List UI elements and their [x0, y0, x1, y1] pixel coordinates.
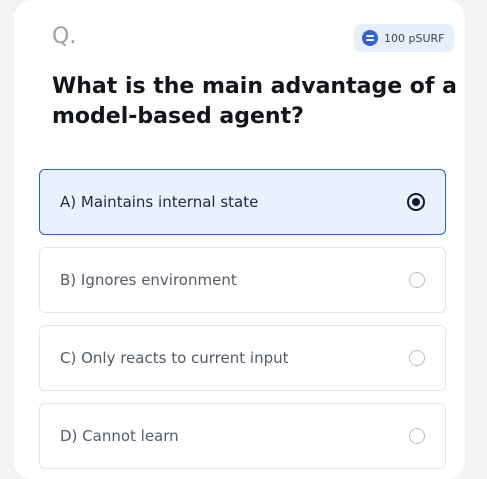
- option-a[interactable]: A) Maintains internal state: [39, 169, 446, 235]
- question-marker: Q.: [52, 24, 77, 49]
- option-b[interactable]: B) Ignores environment: [39, 247, 446, 313]
- reward-badge: 100 pSURF: [354, 24, 455, 52]
- coin-icon: [362, 30, 378, 46]
- radio-unchecked-icon[interactable]: [409, 350, 425, 366]
- radio-unchecked-icon[interactable]: [409, 272, 425, 288]
- option-b-label: B) Ignores environment: [60, 271, 237, 289]
- option-c-label: C) Only reacts to current input: [60, 349, 289, 367]
- option-d-label: D) Cannot learn: [60, 427, 179, 445]
- option-c[interactable]: C) Only reacts to current input: [39, 325, 446, 391]
- radio-unchecked-icon[interactable]: [409, 428, 425, 444]
- radio-checked-icon[interactable]: [407, 193, 425, 211]
- question-text: What is the main advantage of a model-ba…: [52, 74, 457, 129]
- option-d[interactable]: D) Cannot learn: [39, 403, 446, 469]
- option-a-label: A) Maintains internal state: [60, 193, 259, 211]
- reward-amount: 100 pSURF: [384, 31, 445, 45]
